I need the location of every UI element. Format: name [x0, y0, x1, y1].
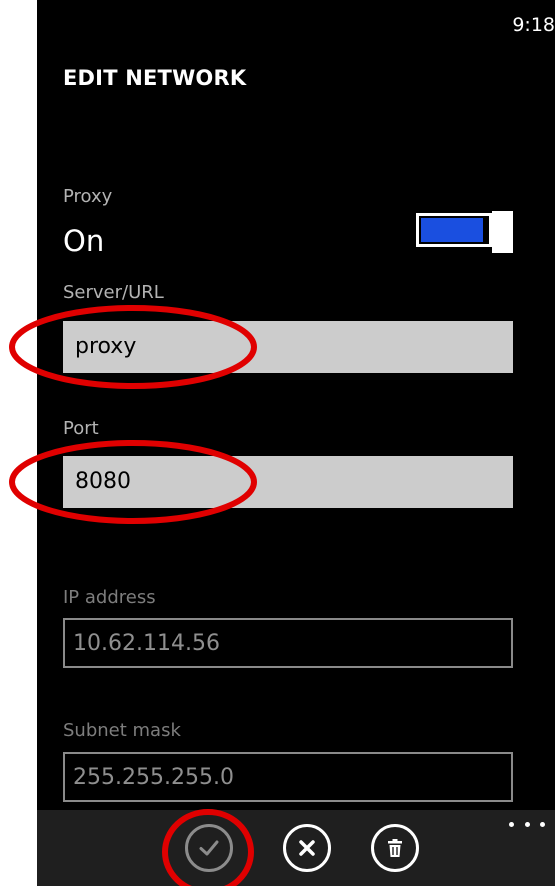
toggle-fill — [421, 218, 483, 242]
subnet-mask-label: Subnet mask — [63, 720, 181, 741]
app-bar — [37, 810, 555, 886]
port-label: Port — [63, 418, 99, 439]
ellipsis-icon — [540, 821, 545, 827]
checkmark-icon — [199, 840, 219, 856]
more-options-button[interactable] — [509, 814, 545, 834]
phone-screen: 9:18 EDIT NETWORK Proxy On Server/URL pr… — [37, 0, 555, 886]
proxy-label: Proxy — [63, 186, 113, 207]
ellipsis-icon — [524, 821, 530, 827]
server-url-input[interactable]: proxy — [63, 321, 513, 373]
port-input[interactable]: 8080 — [63, 456, 513, 508]
status-time: 9:18 — [512, 14, 555, 36]
ip-address-label: IP address — [63, 587, 156, 608]
page-title: EDIT NETWORK — [63, 66, 247, 90]
ellipsis-icon — [509, 821, 514, 827]
ip-address-input: 10.62.114.56 — [63, 618, 513, 668]
proxy-toggle[interactable] — [416, 211, 514, 253]
proxy-state-text: On — [63, 224, 105, 258]
cancel-button[interactable] — [283, 824, 331, 872]
save-button[interactable] — [185, 824, 233, 872]
toggle-thumb[interactable] — [492, 211, 513, 253]
delete-button[interactable] — [371, 824, 419, 872]
subnet-mask-input: 255.255.255.0 — [63, 752, 513, 802]
server-url-label: Server/URL — [63, 282, 164, 303]
close-icon — [299, 840, 315, 856]
trash-icon — [388, 839, 402, 857]
